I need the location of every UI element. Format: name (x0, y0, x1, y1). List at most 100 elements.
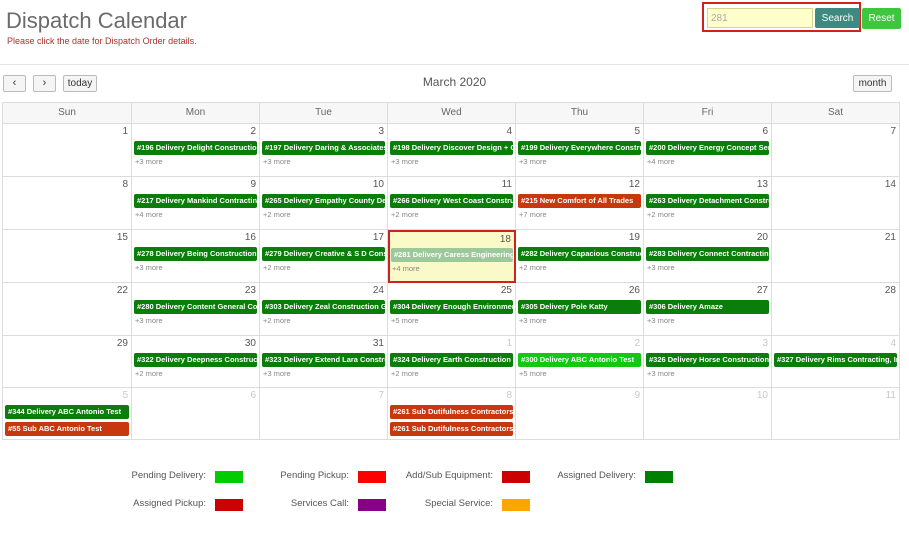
more-events-link[interactable]: +3 more (135, 316, 163, 325)
day-cell[interactable]: 5 #344 Delivery ABC Antonio Test #55 Sub A… (3, 388, 132, 440)
more-events-link[interactable]: +5 more (391, 316, 419, 325)
day-number[interactable]: 9 (634, 390, 640, 401)
day-number[interactable]: 7 (890, 126, 896, 137)
day-cell[interactable]: 12 #215 New Comfort of All Trades +7 more (516, 177, 644, 230)
day-number[interactable]: 18 (500, 234, 511, 245)
day-cell[interactable]: 24 #303 Delivery Zeal Construction Gr +2 m… (260, 283, 388, 336)
day-number[interactable]: 24 (373, 285, 384, 296)
day-number[interactable]: 2 (634, 338, 640, 349)
day-number[interactable]: 8 (506, 390, 512, 401)
more-events-link[interactable]: +2 more (135, 369, 163, 378)
day-cell[interactable]: 1 #324 Delivery Earth Construction +2 more (388, 336, 516, 388)
day-number[interactable]: 16 (245, 232, 256, 243)
calendar-event[interactable]: #263 Delivery Detachment Constru (646, 194, 769, 208)
day-cell[interactable]: 17 #279 Delivery Creative & S D Const +2 m… (260, 230, 388, 283)
day-cell[interactable]: 22 (3, 283, 132, 336)
calendar-event[interactable]: #215 New Comfort of All Trades (518, 194, 641, 208)
day-number[interactable]: 9 (250, 179, 256, 190)
day-cell[interactable]: 15 (3, 230, 132, 283)
more-events-link[interactable]: +3 more (647, 369, 675, 378)
more-events-link[interactable]: +3 more (391, 157, 419, 166)
more-events-link[interactable]: +2 more (391, 369, 419, 378)
calendar-event[interactable]: #279 Delivery Creative & S D Const (262, 247, 385, 261)
day-cell[interactable]: 11 (772, 388, 900, 440)
more-events-link[interactable]: +4 more (135, 210, 163, 219)
day-number[interactable]: 12 (629, 179, 640, 190)
day-number[interactable]: 25 (501, 285, 512, 296)
more-events-link[interactable]: +3 more (519, 316, 547, 325)
more-events-link[interactable]: +7 more (519, 210, 547, 219)
more-events-link[interactable]: +3 more (135, 263, 163, 272)
day-number[interactable]: 8 (122, 179, 128, 190)
more-events-link[interactable]: +3 more (647, 316, 675, 325)
calendar-event[interactable]: #261 Sub Dutifulness Contractors, (390, 422, 513, 436)
day-cell[interactable]: 26 #305 Delivery Pole Katty +3 more (516, 283, 644, 336)
day-number[interactable]: 21 (885, 232, 896, 243)
day-cell[interactable]: 8 (3, 177, 132, 230)
day-number[interactable]: 14 (885, 179, 896, 190)
day-number[interactable]: 10 (373, 179, 384, 190)
day-number[interactable]: 11 (502, 179, 512, 190)
day-number[interactable]: 11 (886, 390, 896, 401)
calendar-event[interactable]: #280 Delivery Content General Cor (134, 300, 257, 314)
more-events-link[interactable]: +2 more (647, 210, 675, 219)
day-number[interactable]: 13 (757, 179, 768, 190)
day-number[interactable]: 17 (373, 232, 384, 243)
day-cell[interactable]: 14 (772, 177, 900, 230)
day-cell[interactable]: 2 #196 Delivery Delight Construction +3 mo… (132, 124, 260, 177)
calendar-event[interactable]: #327 Delivery Rims Contracting, Inc (774, 353, 897, 367)
calendar-event[interactable]: #198 Delivery Discover Design + Co (390, 141, 513, 155)
day-number[interactable]: 1 (122, 126, 128, 137)
more-events-link[interactable]: +3 more (519, 157, 547, 166)
day-cell[interactable]: 9 (516, 388, 644, 440)
calendar-event[interactable]: #306 Delivery Amaze (646, 300, 769, 314)
day-number[interactable]: 6 (762, 126, 768, 137)
day-cell[interactable]: 8 #261 Sub Dutifulness Contractors, #261 S… (388, 388, 516, 440)
more-events-link[interactable]: +2 more (263, 210, 291, 219)
calendar-event[interactable]: #324 Delivery Earth Construction (390, 353, 513, 367)
day-number[interactable]: 4 (506, 126, 512, 137)
day-cell[interactable]: 18 #281 Delivery Caress Engineering +4 mor… (388, 230, 516, 283)
month-view-button[interactable]: month (853, 75, 892, 92)
calendar-event[interactable]: #200 Delivery Energy Concept Serv (646, 141, 769, 155)
day-cell[interactable]: 31 #323 Delivery Extend Lara Construct +3 … (260, 336, 388, 388)
day-cell[interactable]: 27 #306 Delivery Amaze +3 more (644, 283, 772, 336)
more-events-link[interactable]: +3 more (135, 157, 163, 166)
day-cell[interactable]: 10 #265 Delivery Empathy County Dev +2 mor… (260, 177, 388, 230)
day-number[interactable]: 29 (117, 338, 128, 349)
day-cell[interactable]: 28 (772, 283, 900, 336)
more-events-link[interactable]: +4 more (647, 157, 675, 166)
calendar-event[interactable]: #322 Delivery Deepness Constructi (134, 353, 257, 367)
more-events-link[interactable]: +3 more (263, 157, 291, 166)
calendar-event[interactable]: #265 Delivery Empathy County Dev (262, 194, 385, 208)
reset-button[interactable]: Reset (862, 8, 901, 29)
calendar-event[interactable]: #266 Delivery West Coast Construc (390, 194, 513, 208)
calendar-event[interactable]: #300 Delivery ABC Antonio Test (518, 353, 641, 367)
day-cell[interactable]: 13 #263 Delivery Detachment Constru +2 mor… (644, 177, 772, 230)
day-number[interactable]: 26 (629, 285, 640, 296)
calendar-event[interactable]: #344 Delivery ABC Antonio Test (5, 405, 129, 419)
calendar-event[interactable]: #281 Delivery Caress Engineering (391, 248, 513, 262)
day-cell[interactable]: 4 #327 Delivery Rims Contracting, Inc (772, 336, 900, 388)
more-events-link[interactable]: +2 more (391, 210, 419, 219)
day-cell[interactable]: 2 #300 Delivery ABC Antonio Test +5 more (516, 336, 644, 388)
search-input[interactable] (707, 8, 813, 28)
more-events-link[interactable]: +5 more (519, 369, 547, 378)
day-cell[interactable]: 19 #282 Delivery Capacious Construct +2 mo… (516, 230, 644, 283)
more-events-link[interactable]: +2 more (263, 263, 291, 272)
day-cell[interactable]: 25 #304 Delivery Enough Environment +5 mor… (388, 283, 516, 336)
calendar-event[interactable]: #55 Sub ABC Antonio Test (5, 422, 129, 436)
more-events-link[interactable]: +2 more (519, 263, 547, 272)
day-cell[interactable]: 21 (772, 230, 900, 283)
day-cell[interactable]: 11 #266 Delivery West Coast Construc +2 mo… (388, 177, 516, 230)
day-cell[interactable]: 7 (260, 388, 388, 440)
day-number[interactable]: 5 (122, 390, 128, 401)
day-number[interactable]: 19 (629, 232, 640, 243)
calendar-event[interactable]: #283 Delivery Connect Contracting (646, 247, 769, 261)
day-number[interactable]: 1 (506, 338, 512, 349)
day-number[interactable]: 3 (378, 126, 384, 137)
day-number[interactable]: 15 (117, 232, 128, 243)
day-cell[interactable]: 3 #197 Delivery Daring & Associates +3 mor… (260, 124, 388, 177)
calendar-event[interactable]: #323 Delivery Extend Lara Construct (262, 353, 385, 367)
day-cell[interactable]: 7 (772, 124, 900, 177)
